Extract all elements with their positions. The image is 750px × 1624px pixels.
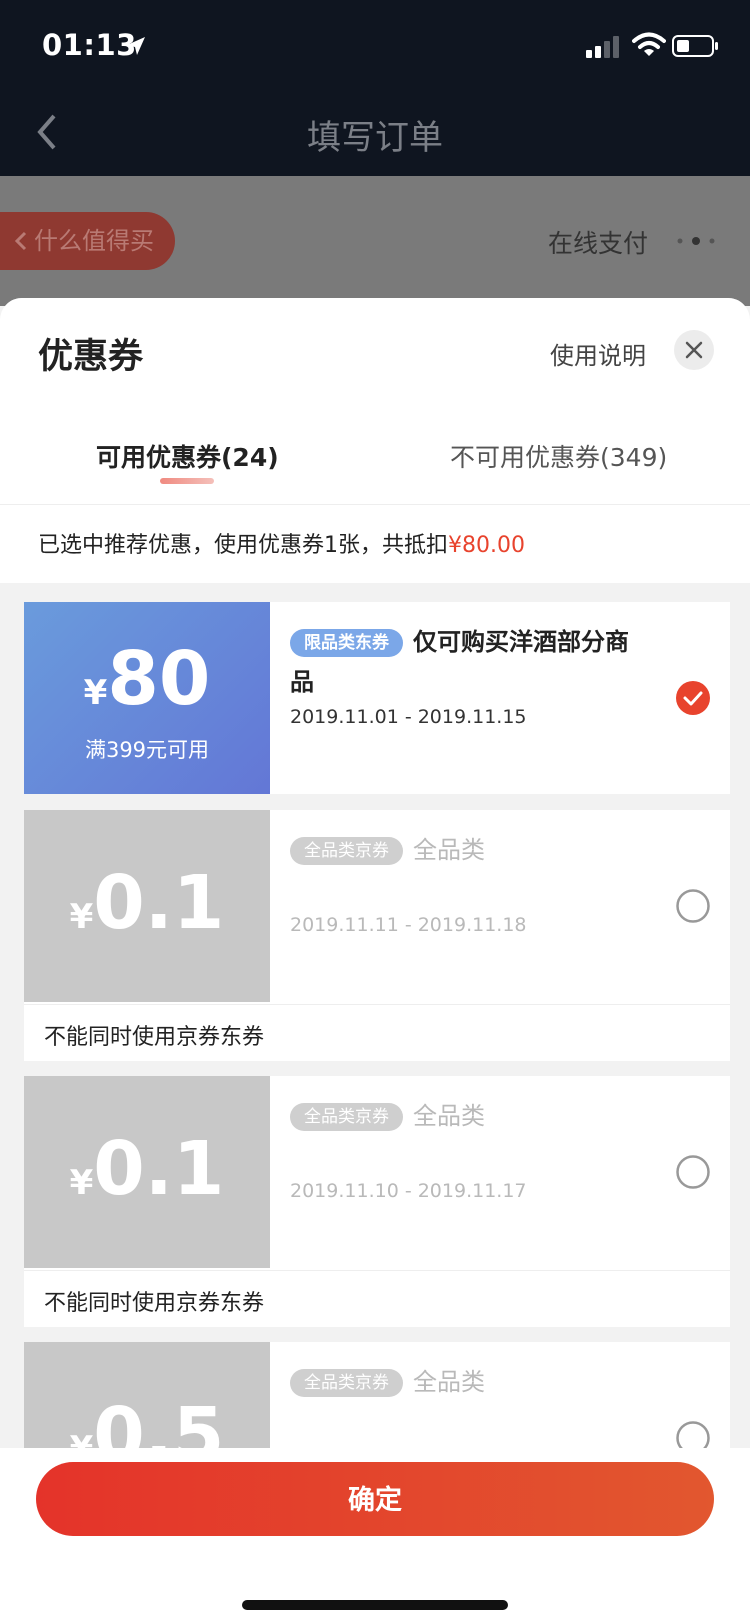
coupon-note: 不能同时使用京券东券: [24, 1270, 730, 1327]
coupon-card[interactable]: ¥0.1 全品类京券 全品类 2019.11.11 - 2019.11.18 不能…: [24, 810, 730, 1061]
radio-unchecked-icon[interactable]: [676, 1155, 710, 1189]
screen: 01:13 填写订单 什么值得买 在线支付 优惠券 使用说明 可用优惠券(24)…: [0, 0, 750, 1624]
tab-indicator: [160, 478, 214, 484]
radio-unchecked-icon[interactable]: [676, 889, 710, 923]
status-bar: 01:13: [0, 0, 750, 88]
coupon-stub: ¥0.1: [24, 810, 270, 1002]
coupon-amount: ¥0.1: [69, 860, 225, 946]
coupon-date: 2019.11.11 - 2019.11.18: [290, 914, 527, 936]
sheet-header: 优惠券 使用说明 可用优惠券(24) 不可用优惠券(349): [0, 298, 750, 504]
coupon-note-text: 不能同时使用京券东券: [44, 1291, 265, 1316]
wifi-icon: [632, 32, 666, 56]
coupon-note-text: 不能同时使用京券东券: [44, 1025, 265, 1050]
back-pill-label: 什么值得买: [34, 227, 154, 255]
sheet-footer: 确定: [0, 1448, 750, 1624]
status-time: 01:13: [42, 28, 137, 62]
signal-icon: [586, 36, 619, 58]
coupon-title: 全品类京券 全品类: [290, 830, 650, 870]
coupon-stub: ¥0.5: [24, 1342, 270, 1448]
discount-amount: ¥80.00: [448, 533, 525, 558]
coupon-amount: ¥80: [83, 636, 211, 722]
coupon-card[interactable]: ¥0.5 全品类京券全品类: [24, 1342, 730, 1448]
coupon-date: 2019.11.01 - 2019.11.15: [290, 706, 527, 728]
confirm-button[interactable]: 确定: [36, 1462, 714, 1536]
coupon-sheet: 优惠券 使用说明 可用优惠券(24) 不可用优惠券(349) 已选中推荐优惠，使…: [0, 298, 750, 1624]
chevron-left-icon: [14, 231, 27, 251]
back-pill[interactable]: 什么值得买: [0, 212, 175, 270]
coupon-card[interactable]: ¥80 满399元可用 限品类东券 仅可购买洋酒部分商品 2019.11.01 -…: [24, 602, 730, 794]
payment-method: 在线支付: [548, 229, 649, 258]
coupon-title: 全品类京券 全品类: [290, 1362, 650, 1402]
radio-unchecked-icon[interactable]: [676, 1421, 710, 1448]
coupon-amount: ¥0.1: [69, 1126, 225, 1212]
underlay-content: 什么值得买 在线支付: [0, 176, 750, 306]
checked-circle-icon[interactable]: [676, 681, 710, 715]
tab-unavailable[interactable]: 不可用优惠券(349): [450, 438, 667, 474]
coupon-badge: 全品类京券: [290, 1103, 403, 1131]
coupon-badge: 全品类京券: [290, 1369, 403, 1397]
coupon-badge: 全品类京券: [290, 837, 403, 865]
page-title: 填写订单: [307, 118, 443, 158]
close-icon: [685, 341, 703, 359]
home-indicator: [242, 1600, 508, 1610]
coupon-note: 不能同时使用京券东券: [24, 1004, 730, 1061]
coupon-badge: 限品类东券: [290, 629, 403, 657]
usage-help-link[interactable]: 使用说明: [550, 336, 646, 371]
tab-available[interactable]: 可用优惠券(24): [96, 438, 279, 474]
coupon-stub: ¥0.1: [24, 1076, 270, 1268]
coupon-list: ¥80 满399元可用 限品类东券 仅可购买洋酒部分商品 2019.11.01 -…: [0, 582, 750, 1448]
coupon-title: 全品类京券 全品类: [290, 1096, 650, 1136]
more-dots-icon: [677, 237, 715, 245]
coupon-stub: ¥80 满399元可用: [24, 602, 270, 794]
close-button[interactable]: [674, 330, 714, 370]
coupon-condition: 满399元可用: [84, 738, 210, 762]
recommend-summary: 已选中推荐优惠，使用优惠券1张，共抵扣¥80.00: [0, 504, 750, 583]
sheet-title: 优惠券: [38, 337, 144, 377]
recommend-text: 已选中推荐优惠，使用优惠券1张，共抵扣¥80.00: [38, 533, 525, 558]
coupon-amount: ¥0.5: [70, 1392, 225, 1448]
coupon-title: 限品类东券 仅可购买洋酒部分商品: [290, 628, 629, 696]
coupon-date: 2019.11.10 - 2019.11.17: [290, 1180, 527, 1202]
location-arrow-icon: [127, 37, 145, 55]
nav-bar: 填写订单: [0, 88, 750, 176]
coupon-card[interactable]: ¥0.1 全品类京券 全品类 2019.11.10 - 2019.11.17 不能…: [24, 1076, 730, 1327]
battery-icon: [672, 35, 718, 57]
